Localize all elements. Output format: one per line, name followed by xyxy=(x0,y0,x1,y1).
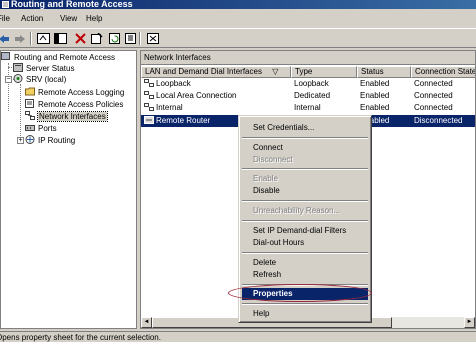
tree-item-srv-local[interactable]: SRV (local) xyxy=(13,74,66,85)
status-text: Opens property sheet for the current sel… xyxy=(0,333,161,342)
interface-name: Loopback xyxy=(156,79,191,88)
connection-state-cell: Connected xyxy=(414,103,453,112)
console-tree[interactable]: Routing and Remote Access Server Status … xyxy=(0,50,137,329)
app-icon xyxy=(2,1,9,8)
menu-separator xyxy=(242,220,368,222)
menu-item-unreachability-reason: Unreachability Reason... xyxy=(253,206,341,215)
menu-item-dial-out-hours[interactable]: Dial-out Hours xyxy=(242,237,368,249)
column-header-status[interactable]: Status xyxy=(357,66,411,78)
server-rras-icon xyxy=(1,52,11,61)
menu-help[interactable]: Help xyxy=(86,14,102,23)
interface-name-cell: Loopback xyxy=(144,78,191,90)
tree-line xyxy=(8,63,9,111)
column-header-connection-state[interactable]: Connection State xyxy=(411,66,475,78)
help-icon[interactable] xyxy=(145,31,161,46)
back-arrow-icon[interactable] xyxy=(0,31,12,46)
interface-row-internal[interactable]: Internal Internal Enabled Connected xyxy=(141,102,475,114)
menu-view[interactable]: View xyxy=(60,14,77,23)
status-cell: Enabled xyxy=(360,91,390,100)
menu-separator xyxy=(242,303,368,305)
menu-item-disconnect: Disconnect xyxy=(253,155,293,164)
tree-item-network-interfaces[interactable]: Network Interfaces xyxy=(25,111,108,122)
menu-separator xyxy=(242,200,368,202)
forward-arrow-icon[interactable] xyxy=(12,31,28,46)
interface-name-cell: Remote Router xyxy=(144,115,210,127)
column-header-type[interactable]: Type xyxy=(291,66,357,78)
menu-item-help[interactable]: Help xyxy=(242,308,368,320)
window-title-bar[interactable]: Routing and Remote Access xyxy=(0,0,476,9)
menu-separator xyxy=(242,252,368,254)
tree-item-server-status[interactable]: Server Status xyxy=(13,63,74,74)
tree-item-remote-access-logging[interactable]: Remote Access Logging xyxy=(25,87,124,98)
interface-row-loopback[interactable]: Loopback Loopback Enabled Connected xyxy=(141,78,475,90)
scroll-left-icon[interactable]: ◄ xyxy=(141,317,152,328)
type-cell: Internal xyxy=(294,103,321,112)
interface-icon xyxy=(144,91,154,99)
connection-state-cell: Connected xyxy=(414,79,453,88)
status-cell: Enabled xyxy=(360,79,390,88)
column-header-name[interactable]: LAN and Demand Dial Interfaces ▽ xyxy=(141,66,291,78)
type-cell: Dedicated xyxy=(294,91,331,100)
menu-file[interactable]: File xyxy=(0,14,10,23)
properties-icon[interactable] xyxy=(89,31,105,46)
toolbar-separator xyxy=(30,32,32,45)
sort-indicator-icon: ▽ xyxy=(272,67,279,76)
menu-bar: File Action View Help xyxy=(0,12,476,27)
interface-icon xyxy=(144,103,154,111)
server-local-icon xyxy=(13,74,23,83)
network-interfaces-icon xyxy=(25,111,35,120)
ip-routing-icon xyxy=(25,135,35,144)
tree-expand-toggle[interactable]: − xyxy=(5,76,12,83)
tree-item-root[interactable]: Routing and Remote Access xyxy=(1,52,115,63)
menu-item-set-ip-demand-dial-filters[interactable]: Set IP Demand-dial Filters xyxy=(242,225,368,237)
menu-item-delete[interactable]: Delete xyxy=(242,257,368,269)
menu-action[interactable]: Action xyxy=(21,14,43,23)
column-headers: LAN and Demand Dial Interfaces ▽ Type St… xyxy=(141,66,475,78)
menu-item-set-credentials[interactable]: Set Credentials... xyxy=(242,122,368,134)
connection-state-cell: Disconnected xyxy=(414,116,463,125)
toolbar xyxy=(0,28,476,48)
scroll-right-icon[interactable]: ► xyxy=(464,317,475,328)
pane-title: Network Interfaces xyxy=(141,51,475,65)
server-icon xyxy=(13,63,23,72)
tree-item-ports[interactable]: Ports xyxy=(25,123,57,134)
toolbar-separator xyxy=(139,32,141,45)
show-tree-icon[interactable] xyxy=(52,31,68,46)
ports-icon xyxy=(25,123,35,132)
status-cell: Enabled xyxy=(360,103,390,112)
type-cell: Loopback xyxy=(294,79,329,88)
tree-expand-toggle[interactable]: + xyxy=(17,137,24,144)
interface-name-cell: Internal xyxy=(144,102,183,114)
menu-separator xyxy=(242,137,368,139)
window-title: Routing and Remote Access xyxy=(11,0,133,9)
tree-line xyxy=(20,84,21,140)
tree-item-remote-access-policies[interactable]: Remote Access Policies xyxy=(25,99,123,110)
connection-state-cell: Connected xyxy=(414,91,453,100)
tree-item-ip-routing[interactable]: IP Routing xyxy=(25,135,75,146)
refresh-icon[interactable] xyxy=(106,31,122,46)
status-bar: Opens property sheet for the current sel… xyxy=(0,331,476,342)
interface-name: Local Area Connection xyxy=(156,91,237,100)
interface-name-cell: Local Area Connection xyxy=(144,90,237,102)
context-menu: Set Credentials... Connect Disconnect En… xyxy=(238,115,372,323)
folder-icon xyxy=(25,87,35,96)
menu-item-enable: Enable xyxy=(253,174,278,183)
up-folder-icon[interactable] xyxy=(35,31,51,46)
menu-separator xyxy=(242,284,368,286)
menu-item-disable[interactable]: Disable xyxy=(242,185,368,197)
demand-dial-icon xyxy=(144,116,154,124)
interface-name: Internal xyxy=(156,103,183,112)
interface-name: Remote Router xyxy=(156,116,211,125)
menu-item-connect[interactable]: Connect xyxy=(242,142,368,154)
delete-x-icon[interactable] xyxy=(72,31,88,46)
menu-separator xyxy=(242,168,368,170)
menu-item-refresh[interactable]: Refresh xyxy=(242,269,368,281)
policy-icon xyxy=(25,99,35,108)
export-icon[interactable] xyxy=(122,31,138,46)
interface-row-local-area-connection[interactable]: Local Area Connection Dedicated Enabled … xyxy=(141,90,475,102)
interface-icon xyxy=(144,79,154,87)
menu-item-properties[interactable]: Properties xyxy=(242,288,368,300)
